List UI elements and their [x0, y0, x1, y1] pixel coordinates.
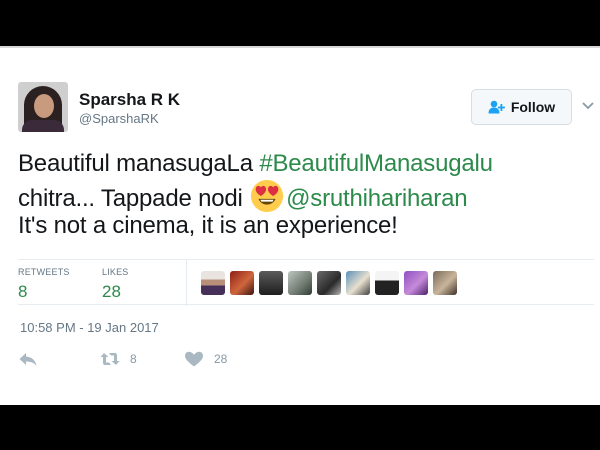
reply-icon	[19, 353, 37, 366]
like-button[interactable]: 28	[184, 351, 227, 367]
tweet-timestamp[interactable]: 10:58 PM - 19 Jan 2017	[20, 320, 159, 335]
liker-avatar[interactable]	[375, 271, 399, 295]
likes-stat[interactable]: LIKES 28	[102, 267, 129, 302]
heart-icon	[185, 351, 203, 367]
like-count: 28	[214, 352, 228, 366]
author-handle[interactable]: @SparshaRK	[79, 111, 159, 126]
retweet-icon	[100, 353, 120, 365]
likes-label: LIKES	[102, 267, 129, 277]
retweets-stat[interactable]: RETWEETS 8	[18, 267, 70, 302]
liker-avatar[interactable]	[259, 271, 283, 295]
top-letterbox	[0, 0, 600, 46]
add-user-icon	[488, 100, 505, 114]
chevron-down-icon[interactable]	[582, 102, 594, 110]
tweet-text: Beautiful manasugaLa #BeautifulManasugal…	[18, 150, 493, 239]
stats-divider	[186, 260, 187, 306]
retweets-count: 8	[18, 282, 28, 301]
liker-avatar[interactable]	[346, 271, 370, 295]
author-avatar[interactable]	[18, 82, 68, 132]
retweet-button[interactable]: 8	[100, 351, 137, 367]
bottom-letterbox	[0, 405, 600, 450]
heart-eyes-emoji-icon	[251, 179, 284, 213]
liker-avatar[interactable]	[230, 271, 254, 295]
likes-count: 28	[102, 282, 121, 301]
hashtag-link[interactable]: #BeautifulManasugalu	[259, 150, 493, 177]
author-name[interactable]: Sparsha R K	[79, 90, 180, 110]
follow-label: Follow	[510, 99, 556, 115]
liker-avatar[interactable]	[404, 271, 428, 295]
tweet-stats: RETWEETS 8 LIKES 28	[18, 259, 594, 306]
liker-avatar[interactable]	[433, 271, 457, 295]
liker-avatar[interactable]	[201, 271, 225, 295]
tweet-card: Sparsha R K @SparshaRK Follow Beautiful …	[0, 46, 600, 405]
retweet-count: 8	[130, 352, 137, 366]
liker-avatar[interactable]	[288, 271, 312, 295]
follow-button[interactable]: Follow	[471, 89, 572, 125]
liker-avatar[interactable]	[317, 271, 341, 295]
reply-button[interactable]	[18, 351, 38, 367]
tweet-actions: 8 28	[18, 348, 318, 372]
liker-avatars	[201, 271, 457, 295]
retweets-label: RETWEETS	[18, 267, 70, 277]
mention-link[interactable]: @sruthihariharan	[286, 185, 467, 212]
